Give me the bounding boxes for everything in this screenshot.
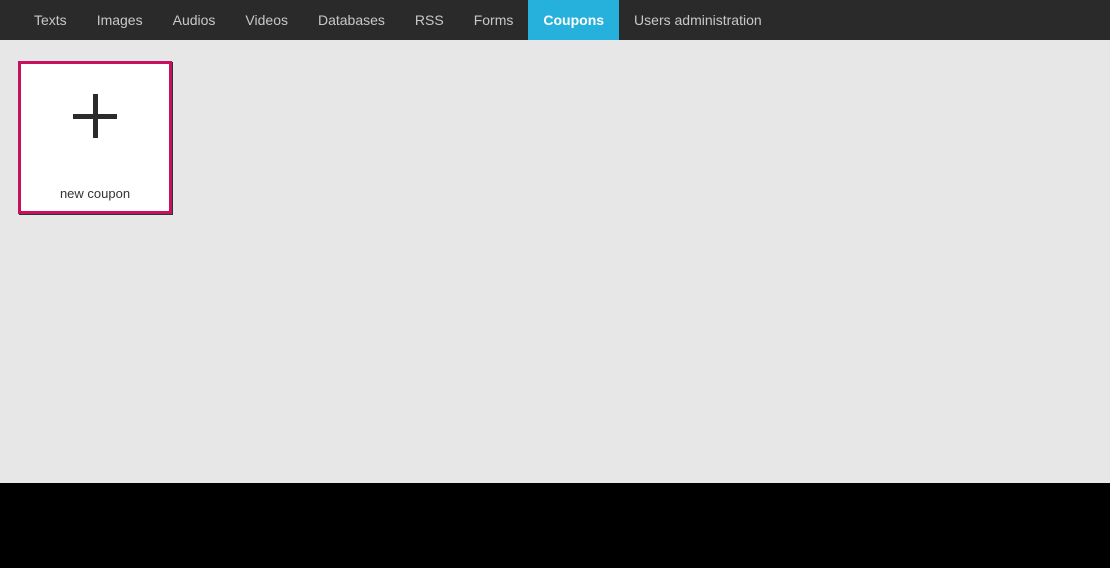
tab-users-administration[interactable]: Users administration [619,0,777,40]
plus-icon-vertical-bar [93,94,98,138]
tab-audios[interactable]: Audios [158,0,231,40]
plus-icon [73,94,117,138]
tab-images[interactable]: Images [82,0,158,40]
tab-coupons[interactable]: Coupons [528,0,620,40]
top-navbar: Texts Images Audios Videos Databases RSS… [0,0,1110,40]
tab-forms[interactable]: Forms [459,0,529,40]
app-window: Texts Images Audios Videos Databases RSS… [0,0,1110,483]
tab-texts[interactable]: Texts [19,0,82,40]
new-coupon-button[interactable]: new coupon [18,61,172,214]
tab-videos[interactable]: Videos [230,0,303,40]
black-footer-area [0,483,1110,568]
new-coupon-label: new coupon [59,186,131,201]
tab-databases[interactable]: Databases [303,0,400,40]
tab-rss[interactable]: RSS [400,0,459,40]
coupons-content: new coupon [0,40,1110,483]
